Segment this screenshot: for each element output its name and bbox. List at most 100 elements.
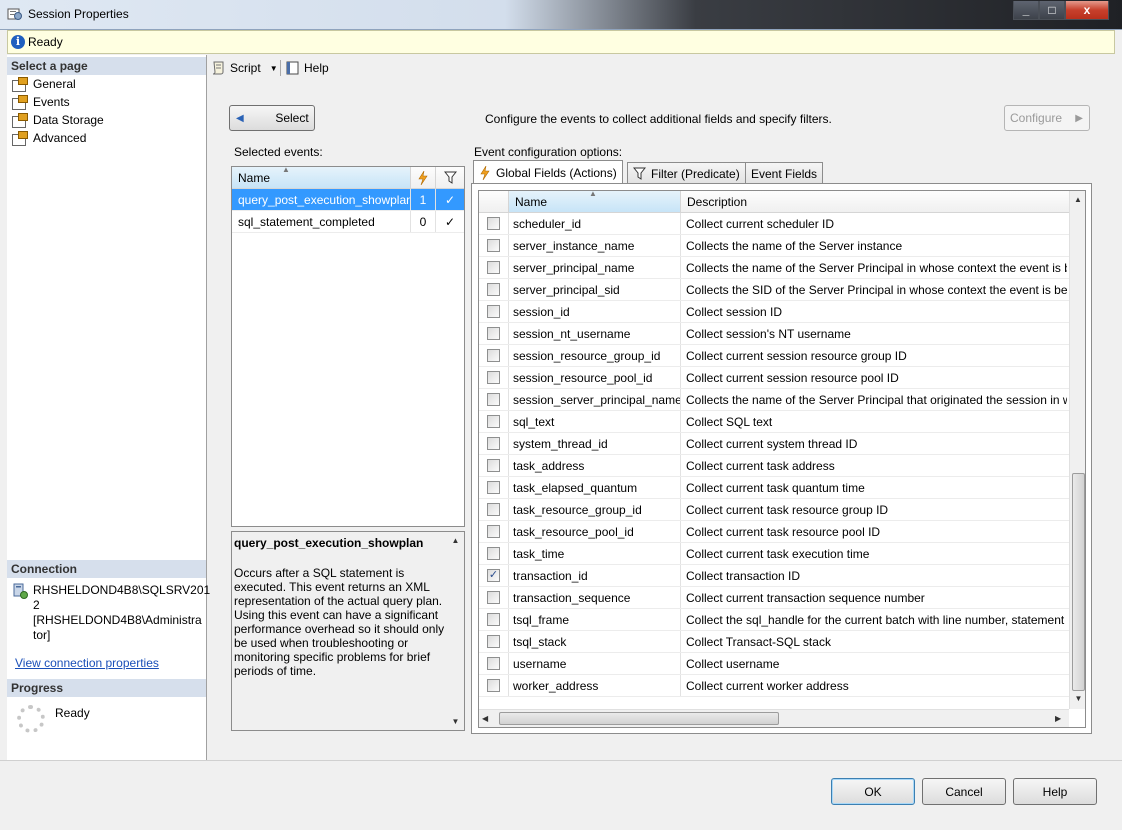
field-description: Collect current session resource pool ID bbox=[686, 370, 899, 385]
field-row[interactable]: tsql_stack Collect Transact-SQL stack bbox=[479, 631, 1085, 653]
script-button[interactable]: Script ▼ bbox=[211, 58, 278, 78]
fields-description-column-header[interactable]: Description bbox=[681, 191, 1069, 212]
field-name: session_resource_pool_id bbox=[509, 367, 681, 388]
scroll-up-icon[interactable]: ▲ bbox=[1070, 195, 1085, 204]
scroll-up-icon[interactable]: ▲ bbox=[447, 536, 464, 545]
view-connection-properties-link[interactable]: View connection properties bbox=[15, 656, 159, 670]
help-button[interactable]: Help bbox=[1013, 778, 1097, 805]
field-row[interactable]: task_resource_pool_id Collect current tas… bbox=[479, 521, 1085, 543]
horizontal-scroll-thumb[interactable] bbox=[499, 712, 779, 725]
title-bar: Session Properties _ □ x bbox=[0, 0, 1122, 30]
field-checkbox[interactable] bbox=[487, 459, 500, 472]
field-checkbox[interactable] bbox=[487, 415, 500, 428]
dropdown-arrow-icon: ▼ bbox=[269, 63, 278, 73]
actions-column-header[interactable] bbox=[411, 167, 436, 188]
field-checkbox[interactable] bbox=[487, 547, 500, 560]
scroll-right-icon[interactable]: ▶ bbox=[1055, 714, 1061, 723]
field-name: task_time bbox=[509, 543, 681, 564]
field-checkbox[interactable] bbox=[487, 261, 500, 274]
field-checkbox[interactable] bbox=[487, 349, 500, 362]
description-scrollbar[interactable]: ▲ ▼ bbox=[447, 532, 464, 730]
field-description: Collect Transact-SQL stack bbox=[686, 634, 831, 649]
field-checkbox[interactable] bbox=[487, 503, 500, 516]
field-checkbox[interactable] bbox=[487, 481, 500, 494]
tab-global-fields[interactable]: Global Fields (Actions) bbox=[473, 160, 623, 184]
field-description: Collect SQL text bbox=[686, 414, 773, 429]
field-checkbox[interactable] bbox=[487, 393, 500, 406]
field-checkbox[interactable] bbox=[487, 305, 500, 318]
field-checkbox[interactable] bbox=[487, 217, 500, 230]
field-row[interactable]: task_time Collect current task execution … bbox=[479, 543, 1085, 565]
field-row[interactable]: session_server_principal_name Collects th… bbox=[479, 389, 1085, 411]
filter-column-header[interactable] bbox=[436, 167, 464, 188]
field-row[interactable]: username Collect username bbox=[479, 653, 1085, 675]
cancel-button[interactable]: Cancel bbox=[922, 778, 1006, 805]
page-item-advanced[interactable]: Advanced bbox=[11, 129, 86, 147]
field-row[interactable]: scheduler_id Collect current scheduler ID bbox=[479, 213, 1085, 235]
scroll-left-icon[interactable]: ◀ bbox=[482, 714, 488, 723]
event-filter-check-icon: ✓ bbox=[444, 214, 456, 229]
field-checkbox-cell bbox=[479, 675, 509, 696]
field-name: scheduler_id bbox=[509, 213, 681, 234]
select-button[interactable]: ◀ Select bbox=[229, 105, 315, 131]
field-checkbox[interactable] bbox=[487, 239, 500, 252]
vertical-scroll-thumb[interactable] bbox=[1072, 473, 1085, 691]
page-item-events[interactable]: Events bbox=[11, 93, 70, 111]
minimize-button[interactable]: _ bbox=[1013, 1, 1039, 20]
help-toolbar-button[interactable]: Help bbox=[285, 58, 329, 78]
field-row[interactable]: server_principal_name Collects the name o… bbox=[479, 257, 1085, 279]
tab-filter-predicate[interactable]: Filter (Predicate) bbox=[627, 162, 746, 184]
field-row[interactable]: task_address Collect current task address bbox=[479, 455, 1085, 477]
status-text: Ready bbox=[28, 35, 63, 49]
maximize-button[interactable]: □ bbox=[1039, 1, 1065, 20]
field-checkbox[interactable] bbox=[487, 283, 500, 296]
field-description: Collects the name of the Server instance bbox=[686, 238, 903, 253]
field-checkbox[interactable] bbox=[487, 327, 500, 340]
ok-button[interactable]: OK bbox=[831, 778, 915, 805]
configure-button[interactable]: Configure ▶ bbox=[1004, 105, 1090, 131]
field-checkbox[interactable] bbox=[487, 679, 500, 692]
field-checkbox[interactable] bbox=[487, 657, 500, 670]
close-window-button[interactable]: x bbox=[1065, 1, 1109, 20]
field-row[interactable]: ✓ transaction_id Collect transaction ID bbox=[479, 565, 1085, 587]
field-row[interactable]: session_resource_pool_id Collect current … bbox=[479, 367, 1085, 389]
field-row[interactable]: sql_text Collect SQL text bbox=[479, 411, 1085, 433]
field-name: tsql_stack bbox=[509, 631, 681, 652]
field-row[interactable]: task_resource_group_id Collect current ta… bbox=[479, 499, 1085, 521]
fields-grid-header: ▲ Name Description bbox=[479, 191, 1085, 213]
page-item-general[interactable]: General bbox=[11, 75, 76, 93]
field-checkbox[interactable] bbox=[487, 613, 500, 626]
field-checkbox[interactable] bbox=[487, 591, 500, 604]
field-checkbox[interactable] bbox=[487, 437, 500, 450]
scroll-down-icon[interactable]: ▼ bbox=[447, 717, 464, 726]
field-row[interactable]: system_thread_id Collect current system t… bbox=[479, 433, 1085, 455]
field-row[interactable]: server_instance_name Collects the name of… bbox=[479, 235, 1085, 257]
fields-name-column-header[interactable]: ▲ Name bbox=[509, 191, 681, 212]
scroll-down-icon[interactable]: ▼ bbox=[1070, 694, 1085, 703]
field-checkbox[interactable] bbox=[487, 635, 500, 648]
page-item-data-storage[interactable]: Data Storage bbox=[11, 111, 104, 129]
field-row[interactable]: tsql_frame Collect the sql_handle for the… bbox=[479, 609, 1085, 631]
fields-horizontal-scrollbar[interactable]: ◀ ▶ bbox=[479, 709, 1069, 727]
field-checkbox-cell bbox=[479, 279, 509, 300]
fields-vertical-scrollbar[interactable]: ▲ ▼ bbox=[1069, 191, 1085, 709]
field-row[interactable]: session_resource_group_id Collect current… bbox=[479, 345, 1085, 367]
field-checkbox-cell: ✓ bbox=[479, 565, 509, 586]
field-row[interactable]: worker_address Collect current worker add… bbox=[479, 675, 1085, 697]
event-row[interactable]: sql_statement_completed 0 ✓ bbox=[232, 211, 464, 233]
field-checkbox-cell bbox=[479, 323, 509, 344]
event-row[interactable]: query_post_execution_showplan 1 ✓ bbox=[232, 189, 464, 211]
status-bar: i Ready bbox=[7, 30, 1115, 54]
field-row[interactable]: session_id Collect session ID bbox=[479, 301, 1085, 323]
field-checkbox[interactable]: ✓ bbox=[487, 569, 500, 582]
connection-header: Connection bbox=[7, 560, 206, 578]
tab-event-fields[interactable]: Event Fields bbox=[745, 162, 824, 184]
field-row[interactable]: transaction_sequence Collect current tran… bbox=[479, 587, 1085, 609]
field-row[interactable]: session_nt_username Collect session's NT … bbox=[479, 323, 1085, 345]
field-name: tsql_frame bbox=[509, 609, 681, 630]
events-name-column-header[interactable]: ▲ Name bbox=[232, 165, 411, 188]
field-row[interactable]: server_principal_sid Collects the SID of … bbox=[479, 279, 1085, 301]
field-checkbox[interactable] bbox=[487, 371, 500, 384]
field-row[interactable]: task_elapsed_quantum Collect current task… bbox=[479, 477, 1085, 499]
field-checkbox[interactable] bbox=[487, 525, 500, 538]
